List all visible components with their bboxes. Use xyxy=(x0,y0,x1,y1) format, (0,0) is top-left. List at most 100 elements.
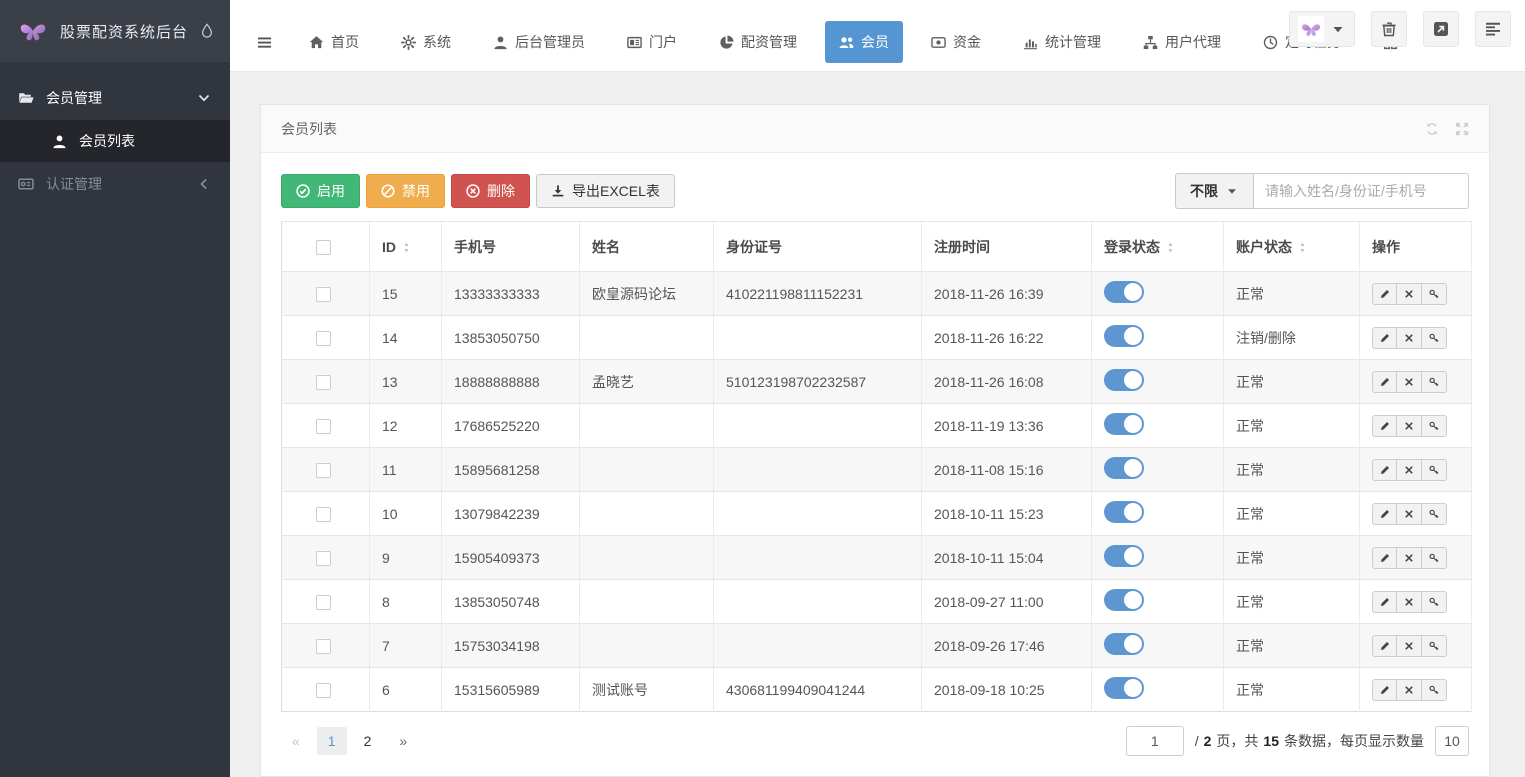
remove-button[interactable] xyxy=(1397,327,1422,349)
nav-item-agents[interactable]: 用户代理 xyxy=(1129,21,1235,63)
edit-button[interactable] xyxy=(1372,635,1397,657)
next-page-button[interactable]: » xyxy=(388,727,418,755)
cell-actions xyxy=(1360,316,1472,360)
login-toggle[interactable] xyxy=(1104,501,1144,523)
row-checkbox[interactable] xyxy=(316,595,331,610)
reset-password-button[interactable] xyxy=(1422,459,1447,481)
x-icon xyxy=(1404,289,1414,299)
col-header-0[interactable]: ID xyxy=(370,222,442,272)
nav-item-admins[interactable]: 后台管理员 xyxy=(479,21,599,63)
remove-button[interactable] xyxy=(1397,547,1422,569)
sidebar-subitem-label: 会员列表 xyxy=(79,131,135,151)
nav-item-members[interactable]: 会员 xyxy=(825,21,903,63)
nav-item-allocation[interactable]: 配资管理 xyxy=(705,21,811,63)
reset-password-button[interactable] xyxy=(1422,503,1447,525)
fullscreen-icon[interactable] xyxy=(1455,122,1469,136)
edit-button[interactable] xyxy=(1372,459,1397,481)
page-button-1[interactable]: 1 xyxy=(317,727,347,755)
login-toggle[interactable] xyxy=(1104,589,1144,611)
remove-button[interactable] xyxy=(1397,503,1422,525)
reset-password-button[interactable] xyxy=(1422,415,1447,437)
refresh-icon[interactable] xyxy=(1425,122,1439,136)
search-input[interactable] xyxy=(1254,173,1469,209)
portal-icon xyxy=(627,35,642,50)
key-icon xyxy=(1429,553,1439,563)
remove-button[interactable] xyxy=(1397,283,1422,305)
page-size-input[interactable] xyxy=(1435,726,1469,756)
trash-button[interactable] xyxy=(1371,11,1407,47)
user-menu-button[interactable] xyxy=(1289,11,1355,47)
remove-button[interactable] xyxy=(1397,635,1422,657)
row-checkbox[interactable] xyxy=(316,419,331,434)
login-toggle[interactable] xyxy=(1104,633,1144,655)
reset-password-button[interactable] xyxy=(1422,327,1447,349)
toolbar-buttons: 启用 禁用 删除 导出EXCEL表 xyxy=(281,174,675,208)
cell-id: 10 xyxy=(370,492,442,536)
col-header-5[interactable]: 登录状态 xyxy=(1092,222,1224,272)
filter-dropdown-button[interactable]: 不限 xyxy=(1175,173,1254,209)
download-icon xyxy=(551,184,565,198)
login-toggle[interactable] xyxy=(1104,677,1144,699)
nav-item-home[interactable]: 首页 xyxy=(295,21,373,63)
sidebar-subitem-member-list[interactable]: 会员列表 xyxy=(0,120,230,162)
remove-button[interactable] xyxy=(1397,459,1422,481)
edit-button[interactable] xyxy=(1372,591,1397,613)
reset-password-button[interactable] xyxy=(1422,547,1447,569)
nav-item-funds[interactable]: 资金 xyxy=(917,21,995,63)
edit-button[interactable] xyxy=(1372,415,1397,437)
reset-password-button[interactable] xyxy=(1422,283,1447,305)
page-jump-input[interactable] xyxy=(1126,726,1184,756)
enable-button[interactable]: 启用 xyxy=(281,174,360,208)
row-checkbox[interactable] xyxy=(316,551,331,566)
edit-button[interactable] xyxy=(1372,679,1397,701)
nav-item-statistics[interactable]: 统计管理 xyxy=(1009,21,1115,63)
sidebar-toggle-button[interactable] xyxy=(248,25,281,60)
page-button-2[interactable]: 2 xyxy=(353,727,383,755)
row-checkbox[interactable] xyxy=(316,507,331,522)
edit-button[interactable] xyxy=(1372,327,1397,349)
remove-button[interactable] xyxy=(1397,415,1422,437)
login-toggle[interactable] xyxy=(1104,325,1144,347)
theme-drop-icon[interactable] xyxy=(200,22,214,40)
reset-password-button[interactable] xyxy=(1422,591,1447,613)
delete-button[interactable]: 删除 xyxy=(451,174,530,208)
row-checkbox[interactable] xyxy=(316,463,331,478)
select-all-checkbox[interactable] xyxy=(316,240,331,255)
cell-login-status xyxy=(1092,668,1224,712)
nav-item-system[interactable]: 系统 xyxy=(387,21,465,63)
login-toggle[interactable] xyxy=(1104,413,1144,435)
row-checkbox[interactable] xyxy=(316,639,331,654)
cell-phone: 15895681258 xyxy=(442,448,580,492)
login-toggle[interactable] xyxy=(1104,457,1144,479)
export-excel-button[interactable]: 导出EXCEL表 xyxy=(536,174,675,208)
cell-login-status xyxy=(1092,492,1224,536)
login-toggle[interactable] xyxy=(1104,281,1144,303)
remove-button[interactable] xyxy=(1397,591,1422,613)
login-toggle[interactable] xyxy=(1104,545,1144,567)
x-icon xyxy=(1404,421,1414,431)
reset-password-button[interactable] xyxy=(1422,371,1447,393)
row-checkbox[interactable] xyxy=(316,683,331,698)
remove-button[interactable] xyxy=(1397,371,1422,393)
remove-button[interactable] xyxy=(1397,679,1422,701)
reset-password-button[interactable] xyxy=(1422,679,1447,701)
col-header-label: 注册时间 xyxy=(934,239,990,255)
external-link-button[interactable] xyxy=(1423,11,1459,47)
reset-password-button[interactable] xyxy=(1422,635,1447,657)
sidebar-item-auth-management[interactable]: 认证管理 xyxy=(0,162,230,206)
edit-button[interactable] xyxy=(1372,503,1397,525)
row-checkbox[interactable] xyxy=(316,375,331,390)
edit-button[interactable] xyxy=(1372,547,1397,569)
row-checkbox[interactable] xyxy=(316,331,331,346)
sidebar-item-member-management[interactable]: 会员管理 xyxy=(0,76,230,120)
disable-button[interactable]: 禁用 xyxy=(366,174,445,208)
row-checkbox[interactable] xyxy=(316,287,331,302)
edit-button[interactable] xyxy=(1372,371,1397,393)
prev-page-button[interactable]: « xyxy=(281,727,311,755)
cell-name xyxy=(580,624,714,668)
login-toggle[interactable] xyxy=(1104,369,1144,391)
nav-item-portal[interactable]: 门户 xyxy=(613,21,691,63)
list-panel-button[interactable] xyxy=(1475,11,1511,47)
edit-button[interactable] xyxy=(1372,283,1397,305)
col-header-6[interactable]: 账户状态 xyxy=(1224,222,1360,272)
